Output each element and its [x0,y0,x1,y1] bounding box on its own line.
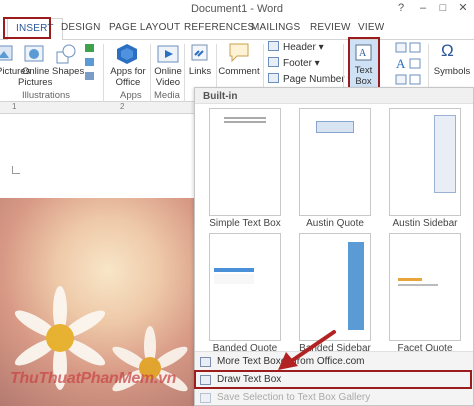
page-number-icon [268,73,279,83]
pointer-arrow-icon [278,330,336,370]
ruler-mark-1: 1 [12,102,17,111]
footer-button[interactable]: Footer ▾ [268,57,320,71]
menu-save-selection-label: Save Selection to Text Box Gallery [217,392,371,403]
ribbon-tabs: INSERT DESIGN PAGE LAYOUT REFERENCES MAI… [0,18,474,41]
footer-label: Footer [283,58,312,69]
draw-text-box-highlight [194,370,472,389]
page-number-button[interactable]: Page Number ▾ [268,73,353,87]
page-number-label: Page Number [283,74,345,85]
gallery-header: Built-in [195,88,473,104]
title-bar: Document1 - Word ? – □ ✕ [0,0,474,18]
ruler-mark-2: 2 [120,102,125,111]
group-apps-label: Apps [120,90,142,101]
thumb-banded-sidebar[interactable] [299,233,371,341]
group-separator [184,44,185,102]
pictures-icon[interactable] [0,44,14,64]
thumb-austin-sidebar-label[interactable]: Austin Sidebar [379,218,471,229]
svg-text:A: A [396,56,406,71]
close-button[interactable]: ✕ [454,1,472,16]
text-box-highlight [348,37,380,91]
quick-parts-wordart-icons[interactable]: A [395,42,425,88]
thumb-facet-quote[interactable] [389,233,461,341]
links-label[interactable]: Links [187,66,213,77]
thumb-simple-text-box-label[interactable]: Simple Text Box [199,218,291,229]
tab-view[interactable]: VIEW [358,22,384,33]
thumb-austin-sidebar[interactable] [389,108,461,216]
group-media-label: Media [154,90,180,101]
apps-for-office-label-2[interactable]: Office [108,77,148,88]
tab-review[interactable]: REVIEW [310,22,351,33]
online-pictures-label-1[interactable]: Online [22,66,49,77]
thumb-banded-quote[interactable] [209,233,281,341]
watermark-text: ThuThuatPhanMem.vn [10,370,177,387]
tab-mailings[interactable]: MAILINGS [251,22,300,33]
apps-for-office-icon[interactable] [116,43,138,65]
insert-tab-highlight [3,17,51,39]
minimize-button[interactable]: – [414,1,432,16]
online-pictures-label-2[interactable]: Pictures [18,77,52,88]
footer-icon [268,57,279,67]
omega-icon[interactable]: Ω [441,41,454,61]
tab-references[interactable]: REFERENCES [184,22,254,33]
symbols-label[interactable]: Symbols [432,66,472,77]
group-separator [103,44,104,102]
online-video-label-1[interactable]: Online [152,66,184,77]
save-selection-icon [200,393,211,403]
online-video-label-2[interactable]: Video [152,77,184,88]
shapes-icon[interactable] [55,43,77,65]
help-button[interactable]: ? [392,1,410,16]
online-video-icon[interactable] [157,43,179,65]
smartart-chart-screenshot-icons[interactable] [84,42,96,86]
header-label: Header [283,42,316,53]
apps-for-office-label-1[interactable]: Apps for [108,66,148,77]
comment-icon[interactable] [228,42,250,64]
thumb-simple-text-box[interactable] [209,108,281,216]
comment-label[interactable]: Comment [217,66,261,77]
tab-design[interactable]: DESIGN [61,22,101,33]
group-separator [150,44,151,102]
shapes-label[interactable]: Shapes [52,66,84,77]
thumb-austin-quote-label[interactable]: Austin Quote [289,218,381,229]
horizontal-ruler[interactable]: 1 2 [0,102,196,114]
header-icon [268,41,279,51]
group-illustrations-label: Illustrations [22,90,71,101]
online-pictures-icon[interactable] [24,44,46,64]
menu-save-selection[interactable]: Save Selection to Text Box Gallery [195,390,473,406]
office-com-icon [200,357,211,367]
header-button[interactable]: Header ▾ [268,41,324,55]
page-corner-marker [12,166,20,174]
tab-page-layout[interactable]: PAGE LAYOUT [109,22,180,33]
links-icon[interactable] [190,43,210,63]
thumb-austin-quote[interactable] [299,108,371,216]
maximize-button[interactable]: □ [434,1,452,16]
